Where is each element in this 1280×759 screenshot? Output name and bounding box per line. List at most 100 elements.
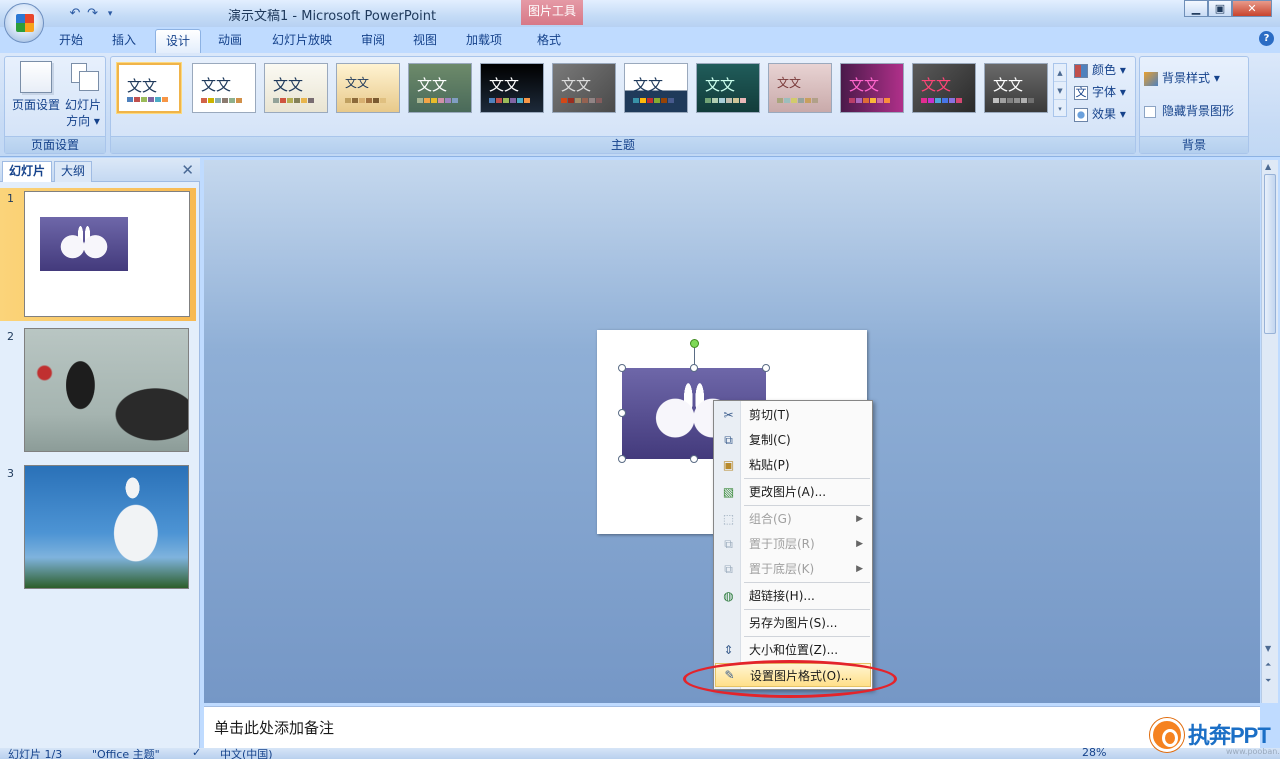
tab-addins[interactable]: 加载项 (456, 29, 512, 53)
theme-options: 颜色 ▾ 文字体 ▾ 效果 ▾ (1074, 59, 1126, 125)
theme-9[interactable]: 文文 (696, 63, 760, 113)
hyperlink-icon: ◍ (723, 589, 734, 603)
theme-12[interactable]: 文文 (912, 63, 976, 113)
watermark: 执奔PPT www.pooban.com (1150, 716, 1280, 758)
theme-fonts-button[interactable]: 文字体 ▾ (1074, 81, 1126, 103)
tab-animations[interactable]: 动画 (208, 29, 252, 53)
background-group-label: 背景 (1140, 136, 1248, 153)
tab-insert[interactable]: 插入 (102, 29, 146, 53)
menu-item-paste[interactable]: ▣ 粘贴(P) (715, 453, 871, 477)
theme-6[interactable]: 文文 (480, 63, 544, 113)
black-swan-image (24, 328, 189, 452)
page-setup-button[interactable]: 页面设置 (9, 61, 63, 113)
resize-handle-s[interactable] (690, 455, 698, 463)
quick-access-toolbar: ↶ ↷ ▾ (48, 3, 118, 24)
send-back-icon: ⧉ (724, 562, 733, 576)
ribbon-tabs: 开始 插入 设计 动画 幻灯片放映 审阅 视图 加载项 格式 ? (0, 27, 1280, 53)
white-horse-image (24, 465, 189, 589)
tab-view[interactable]: 视图 (403, 29, 447, 53)
theme-7[interactable]: 文文 (552, 63, 616, 113)
scroll-up-icon[interactable]: ▲ (1054, 64, 1066, 82)
resize-handle-ne[interactable] (762, 364, 770, 372)
rotation-handle[interactable] (690, 339, 699, 348)
tab-home[interactable]: 开始 (49, 29, 93, 53)
pooban-logo-icon (1150, 718, 1184, 752)
scroll-down-arrow-icon[interactable]: ▼ (1265, 644, 1271, 653)
resize-handle-nw[interactable] (618, 364, 626, 372)
vertical-scrollbar[interactable]: ▲ ▼ ⏶ ⏷ (1261, 160, 1278, 703)
bring-front-icon: ⧉ (724, 537, 733, 551)
background-styles-button[interactable]: 背景样式 ▾ (1144, 67, 1234, 89)
slide-1-preview (24, 191, 190, 317)
copy-icon: ⧉ (724, 433, 733, 447)
theme-5[interactable]: 文文 (408, 63, 472, 113)
menu-item-send-to-back[interactable]: ⧉ 置于底层(K) ▶ (715, 557, 871, 581)
theme-3[interactable]: 文文 (264, 63, 328, 113)
gallery-more-icon[interactable]: ▾ (1054, 100, 1066, 118)
tab-review[interactable]: 审阅 (351, 29, 395, 53)
theme-name: "Office 主题" (92, 748, 160, 759)
ribbon: 页面设置 幻灯片 方向 ▾ 页面设置 主题 文文 文文 文文 文文 文文 文文 … (0, 53, 1280, 157)
undo-icon[interactable]: ↶ (67, 5, 83, 23)
notes-placeholder[interactable]: 单击此处添加备注 (214, 717, 334, 738)
window-title: 演示文稿1 - Microsoft PowerPoint (228, 9, 437, 24)
menu-item-size-position[interactable]: ⇕ 大小和位置(Z)... (715, 638, 871, 662)
tab-design[interactable]: 设计 (155, 29, 202, 53)
zoom-level[interactable]: 28% (1082, 748, 1106, 759)
next-slide-icon[interactable]: ⏷ (1265, 676, 1271, 686)
menu-item-hyperlink[interactable]: ◍ 超链接(H)... (715, 584, 871, 608)
menu-item-change-picture[interactable]: ▧ 更改图片(A)... (715, 480, 871, 504)
slide-thumbnail-1[interactable]: 1 (0, 188, 196, 321)
notes-pane[interactable]: 单击此处添加备注 (204, 706, 1260, 748)
scroll-up-arrow-icon[interactable]: ▲ (1265, 162, 1271, 171)
scroll-down-icon[interactable]: ▼ (1054, 82, 1066, 100)
menu-item-cut[interactable]: ✂ 剪切(T) (715, 403, 871, 427)
close-pane-icon[interactable]: ✕ (181, 161, 194, 179)
previous-slide-icon[interactable]: ⏶ (1265, 660, 1271, 670)
theme-gallery-scroll[interactable]: ▲ ▼ ▾ (1053, 63, 1067, 117)
help-icon[interactable]: ? (1259, 31, 1274, 46)
theme-4[interactable]: 文文 (336, 63, 400, 113)
spellcheck-icon[interactable]: ✓ (192, 748, 201, 759)
window-controls: ▁ ▣ ✕ (1184, 0, 1272, 17)
paste-icon: ▣ (722, 458, 735, 472)
theme-2[interactable]: 文文 (192, 63, 256, 113)
theme-office[interactable]: 文文 (117, 63, 181, 113)
slide-orientation-button[interactable]: 幻灯片 方向 ▾ (61, 61, 105, 129)
redo-icon[interactable]: ↷ (85, 5, 101, 23)
slide-counter: 幻灯片 1/3 (8, 748, 63, 759)
background-styles-icon (1144, 71, 1158, 86)
page-setup-icon (20, 61, 52, 93)
tab-format[interactable]: 格式 (527, 29, 571, 53)
office-logo-icon (16, 14, 34, 32)
minimize-button[interactable]: ▁ (1184, 0, 1208, 17)
tab-slides[interactable]: 幻灯片 (2, 161, 53, 182)
scrollbar-thumb[interactable] (1264, 174, 1276, 334)
fonts-icon: 文 (1074, 85, 1088, 100)
menu-item-group[interactable]: ⬚ 组合(G) ▶ (715, 507, 871, 531)
tab-outline[interactable]: 大纲 (54, 161, 93, 182)
group-icon: ⬚ (722, 512, 735, 526)
close-button[interactable]: ✕ (1232, 0, 1272, 17)
theme-colors-button[interactable]: 颜色 ▾ (1074, 59, 1126, 81)
theme-11[interactable]: 文文 (840, 63, 904, 113)
menu-item-copy[interactable]: ⧉ 复制(C) (715, 428, 871, 452)
resize-handle-sw[interactable] (618, 455, 626, 463)
colors-icon (1074, 63, 1088, 78)
resize-handle-n[interactable] (690, 364, 698, 372)
office-button[interactable] (4, 3, 44, 43)
theme-13[interactable]: 文文 (984, 63, 1048, 113)
background-options: 背景样式 ▾ 隐藏背景图形 (1144, 67, 1234, 122)
theme-8[interactable]: 文文 (624, 63, 688, 113)
customize-qat-icon[interactable]: ▾ (102, 5, 118, 23)
menu-item-save-as-picture[interactable]: 另存为图片(S)... (715, 611, 871, 635)
hide-background-checkbox[interactable]: 隐藏背景图形 (1144, 100, 1234, 122)
page-setup-group: 页面设置 幻灯片 方向 ▾ 页面设置 (4, 56, 106, 154)
themes-group-label: 主题 (111, 136, 1135, 153)
theme-effects-button[interactable]: 效果 ▾ (1074, 103, 1126, 125)
maximize-button[interactable]: ▣ (1208, 0, 1232, 17)
resize-handle-w[interactable] (618, 409, 626, 417)
menu-item-bring-to-front[interactable]: ⧉ 置于顶层(R) ▶ (715, 532, 871, 556)
tab-slideshow[interactable]: 幻灯片放映 (262, 29, 342, 53)
theme-10[interactable]: 文文 (768, 63, 832, 113)
